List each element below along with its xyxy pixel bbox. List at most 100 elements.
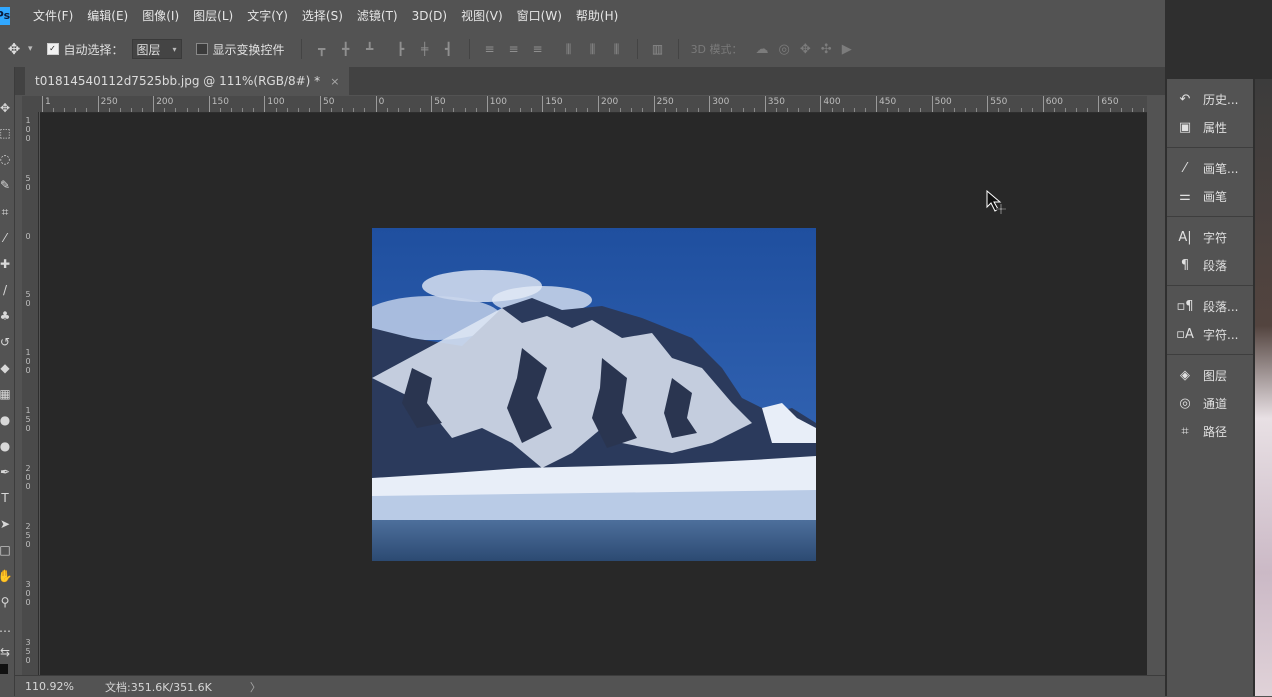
auto-align-layers-icon[interactable]: ▥ (651, 42, 665, 56)
show-transform-checkbox[interactable]: ✓ (195, 43, 208, 55)
menu-edit[interactable]: 编辑(E) (80, 7, 135, 24)
3d-rotate-icon[interactable]: ☁ (756, 42, 769, 57)
zoom-tool-icon[interactable]: ⚲ (0, 594, 13, 610)
3d-scale-icon[interactable]: ▶ (842, 42, 852, 57)
history-brush-tool-icon[interactable]: ↺ (0, 334, 13, 350)
healing-brush-tool-icon[interactable]: ✚ (0, 256, 13, 272)
ruler-minor-tick (464, 108, 466, 112)
ruler-minor-tick (1065, 108, 1067, 112)
distribute-right-icon[interactable]: ⫼ (610, 42, 624, 56)
panel-brush-presets[interactable]: ⁄ 画笔... (1167, 154, 1253, 182)
more-tools-icon[interactable]: … (0, 620, 13, 636)
type-tool-icon[interactable]: T (0, 490, 13, 506)
panel-paths[interactable]: ⌗ 路径 (1167, 417, 1253, 445)
tools-panel: ✥ ⬚ ◌ ✎ ⌗ ⁄ ✚ / ♣ ↺ ◆ ▦ ● ● ✒ T ➤ □ ✋ ⚲ … (0, 67, 15, 696)
auto-select-target-dropdown[interactable]: 图层 ▾ (131, 39, 182, 59)
menu-3d[interactable]: 3D(D) (405, 9, 454, 23)
eyedropper-tool-icon[interactable]: ⁄ (0, 230, 13, 246)
dodge-tool-icon[interactable]: ● (0, 438, 13, 454)
panel-channels[interactable]: ◎ 通道 (1167, 389, 1253, 417)
menu-file[interactable]: 文件(F) (26, 7, 80, 24)
3d-pan-icon[interactable]: ✥ (800, 42, 811, 57)
eraser-tool-icon[interactable]: ◆ (0, 360, 13, 376)
menu-type[interactable]: 文字(Y) (240, 7, 295, 24)
menu-layer[interactable]: 图层(L) (186, 7, 240, 24)
close-icon[interactable]: × (330, 75, 339, 88)
document-tab[interactable]: t01814540112d7525bb.jpg @ 111%(RGB/8#) *… (25, 67, 350, 95)
align-vertical-center-icon[interactable]: ╋ (339, 42, 353, 56)
move-tool-icon[interactable]: ✥ (4, 40, 24, 58)
snow-mountain-photo (372, 228, 816, 561)
panel-brush-settings-label: 画笔 (1203, 189, 1228, 204)
ruler-tick-label: 2 5 0 (25, 522, 31, 549)
ruler-tick-label: 150 (208, 96, 229, 112)
panel-group-styles: ▫¶ 段落... ▫A 字符... (1167, 286, 1253, 355)
status-menu-arrow-icon[interactable]: 〉 (250, 679, 261, 695)
crop-tool-icon[interactable]: ⌗ (0, 204, 13, 220)
swap-colors-icon[interactable]: ⇆ (0, 644, 13, 660)
ruler-minor-tick (397, 108, 399, 112)
ruler-minor-tick (331, 108, 333, 112)
quick-select-tool-icon[interactable]: ✎ (0, 177, 13, 193)
gradient-tool-icon[interactable]: ▦ (0, 386, 13, 402)
distribute-left-icon[interactable]: ⫼ (562, 42, 576, 56)
align-top-icon[interactable]: ┳ (315, 42, 329, 56)
hand-tool-icon[interactable]: ✋ (0, 568, 13, 584)
align-left-icon[interactable]: ┣ (394, 42, 408, 56)
panel-history[interactable]: ↶ 历史... (1167, 85, 1253, 113)
distribute-top-icon[interactable]: ≡ (483, 42, 497, 56)
panel-paragraph-styles-label: 段落... (1203, 299, 1239, 314)
panel-character-styles[interactable]: ▫A 字符... (1167, 320, 1253, 348)
ruler-minor-tick (553, 108, 555, 112)
clone-stamp-tool-icon[interactable]: ♣ (0, 308, 13, 324)
ruler-minor-tick (631, 108, 633, 112)
menu-window[interactable]: 窗口(W) (510, 7, 569, 24)
show-transform-label: 显示变换控件 (212, 42, 285, 57)
ruler-minor-tick (1087, 108, 1089, 112)
menu-help[interactable]: 帮助(H) (569, 7, 625, 24)
menu-image[interactable]: 图像(I) (135, 7, 186, 24)
ruler-origin[interactable] (22, 96, 40, 112)
align-horizontal-center-icon[interactable]: ╪ (418, 42, 432, 56)
zoom-level[interactable]: 110.92% (25, 680, 95, 693)
horizontal-ruler[interactable]: 1 250 200 150 100 50 0 50 100 150 200 250 300 350 400 4… (40, 96, 1147, 113)
tool-preset-caret-icon[interactable]: ▾ (28, 44, 33, 54)
foreground-color-swatch[interactable] (0, 664, 8, 674)
marquee-tool-icon[interactable]: ⬚ (0, 125, 13, 141)
panel-paragraph[interactable]: ¶ 段落 (1167, 251, 1253, 279)
panel-character[interactable]: A| 字符 (1167, 223, 1253, 251)
panel-paragraph-styles[interactable]: ▫¶ 段落... (1167, 292, 1253, 320)
shape-tool-icon[interactable]: □ (0, 542, 13, 558)
ruler-minor-tick (453, 108, 455, 112)
3d-roll-icon[interactable]: ◎ (779, 42, 790, 57)
align-bottom-icon[interactable]: ┻ (363, 42, 377, 56)
document-image[interactable] (372, 228, 816, 561)
move-tool-icon[interactable]: ✥ (0, 100, 13, 116)
distribute-bottom-icon[interactable]: ≡ (531, 42, 545, 56)
distribute-vertical-center-icon[interactable]: ≡ (507, 42, 521, 56)
panel-history-label: 历史... (1203, 92, 1239, 107)
vertical-ruler[interactable]: 1 0 0 5 0 0 5 0 1 0 0 1 5 0 2 0 0 2 5 0 3 0 0 3 5… (22, 112, 39, 675)
pen-tool-icon[interactable]: ✒ (0, 464, 13, 480)
ruler-minor-tick (286, 108, 288, 112)
path-select-tool-icon[interactable]: ➤ (0, 516, 13, 532)
brush-tool-icon[interactable]: / (0, 282, 13, 298)
3d-slide-icon[interactable]: ✣ (821, 42, 832, 57)
panel-group-brush: ⁄ 画笔... ⚌ 画笔 (1167, 148, 1253, 217)
menu-select[interactable]: 选择(S) (295, 7, 350, 24)
panel-layers[interactable]: ◈ 图层 (1167, 361, 1253, 389)
align-right-icon[interactable]: ┫ (442, 42, 456, 56)
panel-properties[interactable]: ▣ 属性 (1167, 113, 1253, 141)
panel-brush-settings[interactable]: ⚌ 画笔 (1167, 182, 1253, 210)
blur-tool-icon[interactable]: ● (0, 412, 13, 428)
ruler-tick-label: 0 (375, 96, 384, 112)
ruler-minor-tick (186, 108, 188, 112)
auto-select-checkbox[interactable]: ✓ (46, 43, 59, 55)
distribute-horizontal-center-icon[interactable]: ⫼ (586, 42, 600, 56)
ruler-minor-tick (130, 108, 132, 112)
lasso-tool-icon[interactable]: ◌ (0, 151, 13, 167)
vertical-scrollbar[interactable] (1147, 96, 1165, 675)
menu-view[interactable]: 视图(V) (454, 7, 510, 24)
menu-filter[interactable]: 滤镜(T) (350, 7, 405, 24)
ruler-minor-tick (1020, 108, 1022, 112)
